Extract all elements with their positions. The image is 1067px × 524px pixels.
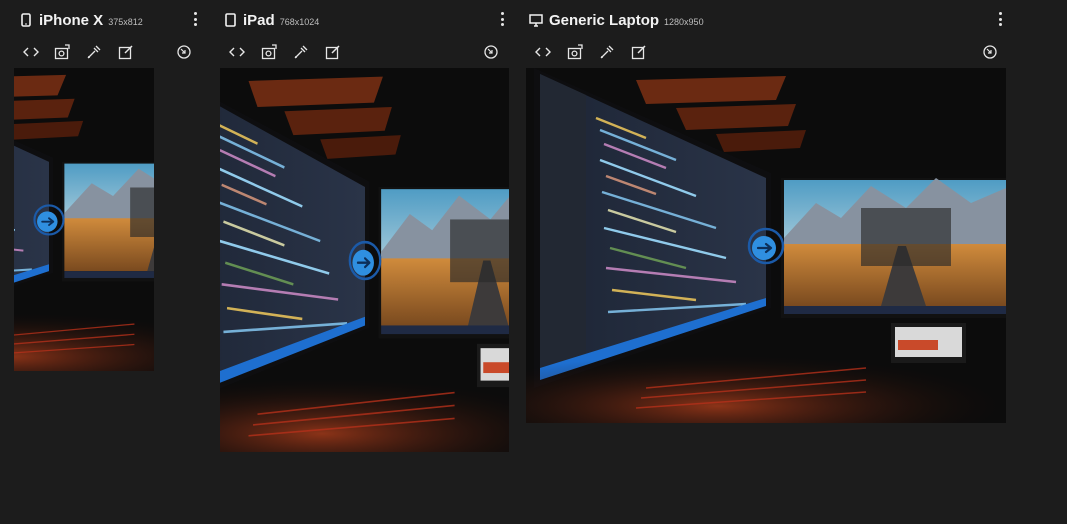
device-menu-button[interactable] xyxy=(997,12,1003,26)
kebab-dot xyxy=(500,17,504,21)
device-header: iPad 768x1024 xyxy=(223,10,319,30)
device-header: iPhone X 375x812 xyxy=(19,10,143,30)
screenshot-icon[interactable] xyxy=(52,42,72,62)
device-ipad: iPad 768x1024 xyxy=(205,0,515,524)
device-name: Generic Laptop xyxy=(549,11,660,29)
device-dimensions: 768x1024 xyxy=(279,16,320,27)
device-dimensions: 375x812 xyxy=(108,16,143,27)
monitor-icon xyxy=(529,12,543,28)
device-dimensions: 1280x950 xyxy=(664,16,704,27)
device-toolbar xyxy=(0,42,205,62)
device-viewport[interactable] xyxy=(14,68,154,371)
edit-icon[interactable] xyxy=(116,42,136,62)
rotate-icon[interactable] xyxy=(481,42,501,62)
code-icon[interactable] xyxy=(533,42,553,62)
kebab-dot xyxy=(998,17,1002,21)
device-menu-button[interactable] xyxy=(192,12,198,26)
kebab-dot xyxy=(998,12,1002,15)
edit-icon[interactable] xyxy=(629,42,649,62)
kebab-dot xyxy=(500,12,504,15)
device-name: iPhone X xyxy=(39,11,104,29)
eyedropper-icon[interactable] xyxy=(291,42,311,62)
kebab-dot xyxy=(998,23,1002,26)
tablet-icon xyxy=(223,12,237,28)
kebab-dot xyxy=(500,23,504,26)
phone-icon xyxy=(19,12,33,28)
device-generic-laptop: Generic Laptop 1280x950 xyxy=(515,0,1015,524)
kebab-dot xyxy=(193,17,197,21)
kebab-dot xyxy=(193,12,197,15)
edit-icon[interactable] xyxy=(323,42,343,62)
device-toolbar xyxy=(515,42,1015,62)
device-viewport[interactable] xyxy=(526,68,1006,423)
device-header: Generic Laptop 1280x950 xyxy=(529,10,704,30)
screenshot-icon[interactable] xyxy=(565,42,585,62)
preview-image xyxy=(526,68,1006,423)
rotate-icon[interactable] xyxy=(980,42,1000,62)
device-iphone-x: iPhone X 375x812 xyxy=(0,0,205,524)
device-toolbar xyxy=(205,42,515,62)
screenshot-icon[interactable] xyxy=(259,42,279,62)
preview-image xyxy=(14,68,154,371)
code-icon[interactable] xyxy=(227,42,247,62)
device-name: iPad xyxy=(243,11,275,29)
eyedropper-icon[interactable] xyxy=(597,42,617,62)
rotate-icon[interactable] xyxy=(174,42,194,62)
kebab-dot xyxy=(193,23,197,26)
eyedropper-icon[interactable] xyxy=(84,42,104,62)
preview-image xyxy=(220,68,509,452)
device-viewport[interactable] xyxy=(220,68,509,452)
code-icon[interactable] xyxy=(21,42,41,62)
device-menu-button[interactable] xyxy=(499,12,505,26)
